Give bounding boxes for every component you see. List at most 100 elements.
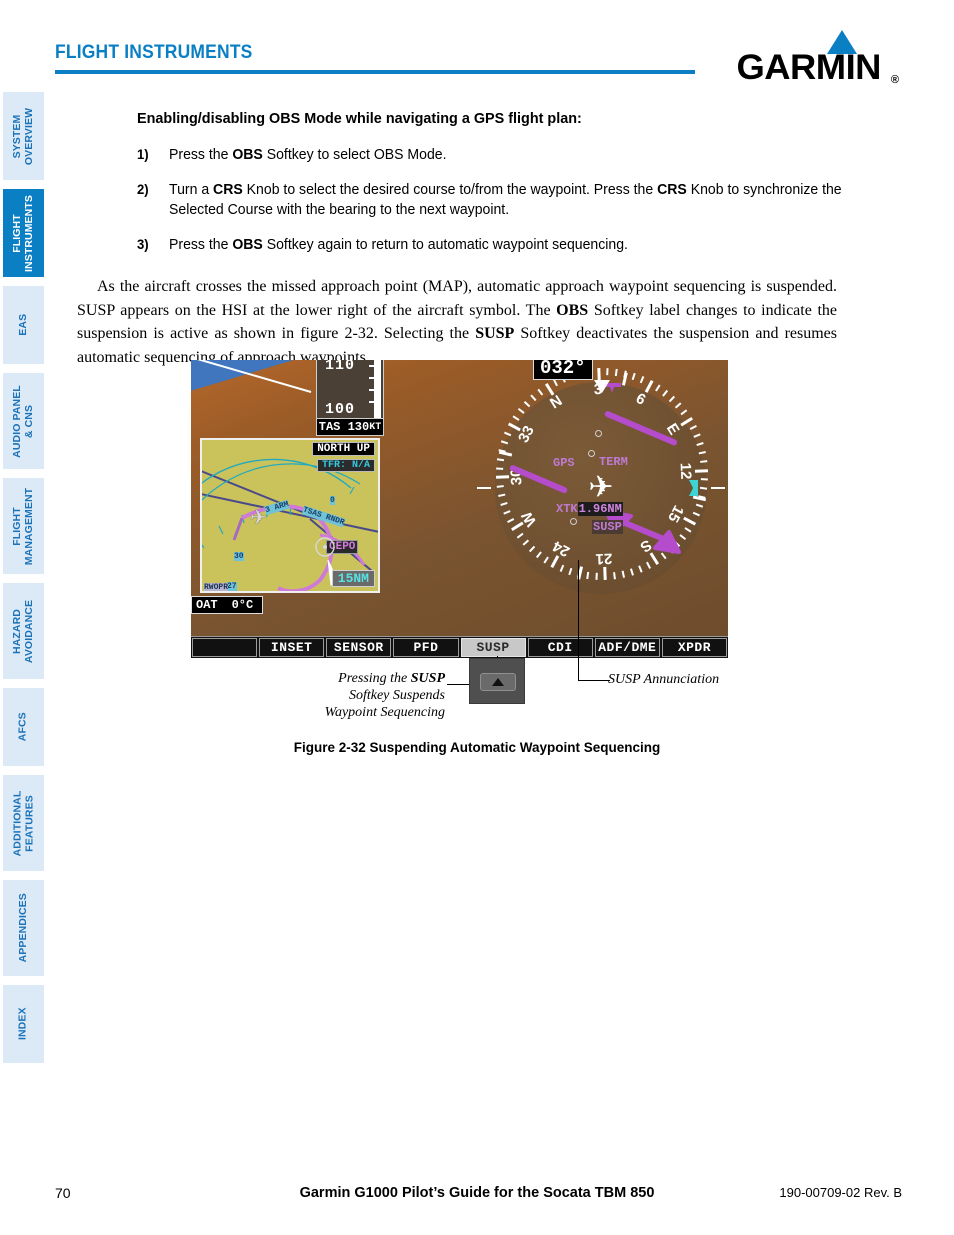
sidebar-item-flight-instruments[interactable]: FLIGHT INSTRUMENTS — [3, 189, 44, 277]
hsi-tick — [668, 395, 676, 403]
softkey-cdi[interactable]: CDI — [527, 638, 593, 657]
softkey-triangle-icon — [492, 678, 504, 686]
map-tfr-status: TFR: N/A — [316, 459, 375, 472]
map-vor-label: RWOPR — [204, 583, 229, 592]
hsi-mode-annunciation: TERM — [599, 455, 628, 469]
oat-readout: OAT 0°C — [191, 596, 263, 614]
hsi-tick — [606, 368, 609, 376]
hsi-deviation-dot — [588, 450, 595, 457]
sidebar-item-audio-panel-cns[interactable]: AUDIO PANEL & CNS — [3, 373, 44, 469]
step-number: 1) — [137, 147, 149, 162]
true-airspeed-readout: TAS 130 KT — [316, 418, 384, 436]
main-content: Enabling/disabling OBS Mode while naviga… — [55, 100, 900, 369]
map-range-ring-label: 30 — [234, 552, 244, 561]
body-paragraph: As the aircraft crosses the missed appro… — [77, 278, 838, 366]
hsi-tick — [537, 388, 544, 396]
procedure-heading: Enabling/disabling OBS Mode while naviga… — [137, 110, 582, 127]
header-divider — [55, 70, 695, 74]
hsi-tick — [662, 389, 669, 397]
softkey-inset[interactable]: INSET — [259, 638, 325, 657]
softkey-sensor[interactable]: SENSOR — [326, 638, 392, 657]
softkey-pfd[interactable]: PFD — [393, 638, 459, 657]
step-number: 3) — [137, 237, 149, 252]
garmin-logo: GARMIN ® — [699, 30, 899, 87]
hsi-tick — [552, 379, 558, 387]
sidebar-item-appendices[interactable]: APPENDICES — [3, 880, 44, 976]
sidebar-item-label: FLIGHT MANAGEMENT — [11, 487, 35, 565]
callout-susp-annunciation: SUSP Annunciation — [608, 672, 720, 687]
procedure-step: 2) Turn a CRS Knob to select the desired … — [137, 180, 877, 220]
leader-line-right-horiz — [578, 680, 610, 681]
susp-softkey-button-graphic[interactable] — [469, 658, 525, 704]
hsi-tick — [523, 400, 531, 408]
xtk-label: XTK — [556, 502, 578, 516]
softkey-xpdr[interactable]: XPDR — [661, 638, 727, 657]
hsi-tick — [517, 407, 525, 414]
airspeed-tick-110: 110 — [325, 360, 356, 374]
inset-map: ✈ 3 ARM TSAS RNDR 30 27 0 RWOPR CEPO NOR… — [200, 438, 380, 593]
sidebar-item-label: AFCS — [16, 712, 29, 742]
sidebar-item-label: APPENDICES — [16, 893, 29, 963]
tas-label: TAS — [318, 420, 341, 434]
softkey-bar[interactable]: INSET SENSOR PFD SUSP CDI ADF/DME XPDR — [191, 636, 728, 658]
map-orientation-label: NORTH UP — [312, 442, 375, 456]
hsi-tick — [614, 368, 618, 377]
softkey-adf-dme[interactable]: ADF/DME — [594, 638, 660, 657]
hsi-right-reference-tick — [711, 487, 725, 489]
susp-annunciation: SUSP — [592, 520, 623, 534]
sidebar-item-label: HAZARD AVOIDANCE — [11, 599, 35, 663]
hsi-tick — [694, 469, 709, 473]
hsi-tick — [512, 415, 520, 421]
step-text: Press the OBS Softkey to select OBS Mode… — [169, 147, 447, 163]
hsi-crosstrack-readout: XTK1.96NM — [556, 502, 623, 516]
horizon-line-icon — [197, 360, 312, 393]
procedure-steps: 1) Press the OBS Softkey to select OBS Mo… — [137, 145, 900, 255]
heading-pointer-icon — [594, 380, 610, 393]
selected-heading-readout: 032° — [533, 360, 593, 380]
sidebar-item-hazard-avoidance[interactable]: HAZARD AVOIDANCE — [3, 583, 44, 679]
sidebar-item-flight-management[interactable]: FLIGHT MANAGEMENT — [3, 478, 44, 574]
oat-label: OAT — [196, 598, 218, 612]
pfd-screenshot: 110 100 TAS 130 KT ✈ 3 ARM TSAS RNDR 30 … — [191, 360, 728, 658]
hsi-deviation-dot — [595, 430, 602, 437]
oat-value: 0°C — [231, 598, 254, 612]
hsi-tick — [689, 424, 697, 430]
sidebar-tabs[interactable]: SYSTEM OVERVIEW FLIGHT INSTRUMENTS EAS AUDIO … — [3, 92, 44, 1072]
hsi-deviation-dot — [570, 518, 577, 525]
figure-caption: Figure 2-32 Suspending Automatic Waypoin… — [293, 740, 661, 755]
airspeed-scale — [369, 360, 381, 419]
aircraft-symbol-icon: ✈ — [588, 471, 614, 504]
xtk-value: 1.96NM — [577, 502, 623, 516]
sidebar-item-system-overview[interactable]: SYSTEM OVERVIEW — [3, 92, 44, 180]
sidebar-item-eas[interactable]: EAS — [3, 286, 44, 364]
hsi-compass: N 3 6 E 12 15 S 21 24 W 30 33 ✈ GPS TERM XTK — [477, 360, 725, 608]
step-text: Press the OBS Softkey again to return to… — [169, 237, 628, 253]
map-range-label: 15NM — [331, 570, 375, 587]
hsi-tick — [700, 478, 708, 481]
airspeed-tick-100: 100 — [325, 401, 356, 418]
hsi-heading-label: 12 — [676, 462, 695, 480]
ownship-icon: ✈ — [250, 507, 267, 529]
page-header: FLIGHT INSTRUMENTS GARMIN ® — [0, 0, 954, 92]
hsi-tick — [680, 409, 688, 416]
leader-line-right-vert — [578, 560, 579, 680]
hsi-tick — [639, 376, 645, 384]
footer-part-number: 190-00709-02 Rev. B — [779, 1185, 902, 1200]
hsi-tick — [496, 467, 504, 470]
hsi-tick — [696, 442, 704, 447]
sidebar-item-additional-features[interactable]: ADDITIONAL FEATURES — [3, 775, 44, 871]
sidebar-item-label: INDEX — [16, 1007, 29, 1041]
step-text: Turn a CRS Knob to select the desired co… — [169, 182, 842, 218]
softkey-blank[interactable] — [192, 638, 258, 657]
hsi-tick — [595, 572, 598, 580]
sidebar-item-label: EAS — [16, 314, 29, 336]
hsi-left-reference-tick — [477, 487, 491, 489]
sidebar-item-index[interactable]: INDEX — [3, 985, 44, 1063]
page-title: FLIGHT INSTRUMENTS — [55, 42, 253, 63]
tas-unit: KT — [369, 421, 382, 433]
softkey-susp[interactable]: SUSP — [460, 638, 526, 657]
procedure-step: 3) Press the OBS Softkey again to return … — [137, 235, 877, 255]
hsi-tick — [655, 384, 661, 392]
callout-susp-softkey: Pressing the SUSP Softkey Suspends Waypoin… — [324, 671, 445, 720]
map-vor-rose-icon — [315, 537, 335, 557]
